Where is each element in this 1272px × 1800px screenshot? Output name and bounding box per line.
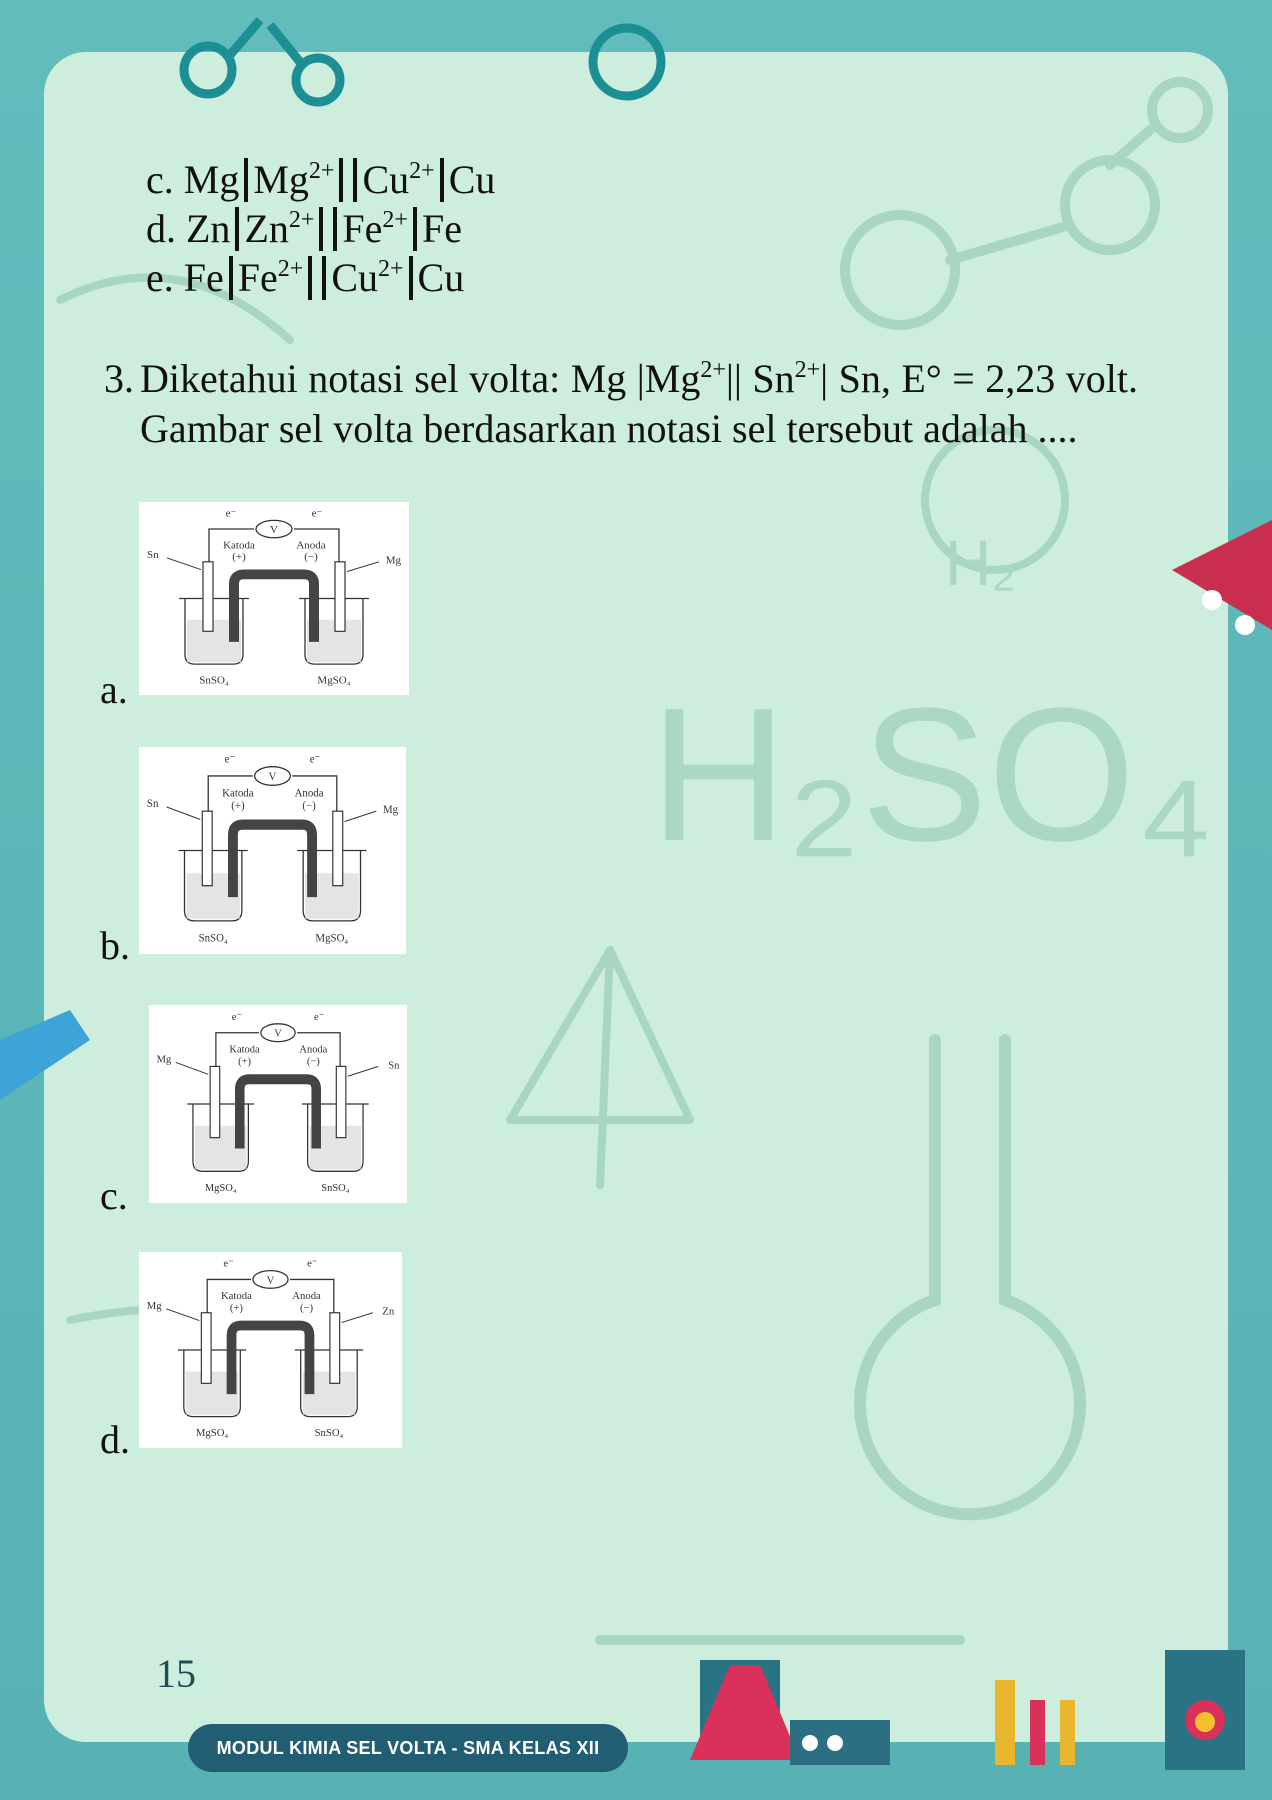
right-pole-label: Anoda <box>292 1290 321 1302</box>
electron-right: e⁻ <box>310 753 321 765</box>
question-text: Diketahui notasi sel volta: Mg |Mg2+|| S… <box>140 356 1139 451</box>
electron-left: e⁻ <box>225 753 236 765</box>
left-electrode-pointer <box>175 1061 209 1075</box>
right-pole-label: Anoda <box>295 787 324 799</box>
electron-left: e⁻ <box>232 1011 243 1023</box>
cell-diagram-svg: Ve⁻ e⁻ Katoda(+) Anoda(−) Sn Mg SnSO₄ MgSO₄ <box>147 753 399 944</box>
question-3: 3. Diketahui notasi sel volta: Mg |Mg2+|… <box>104 354 1138 454</box>
right-pole-sign: (−) <box>302 800 316 812</box>
left-solution-label: SnSO₄ <box>199 675 229 687</box>
right-solution-label: SnSO₄ <box>321 1182 349 1194</box>
left-solution-label: MgSO₄ <box>205 1182 237 1194</box>
choice-c-label[interactable]: c. <box>100 1174 128 1218</box>
right-pole-label: Anoda <box>299 1043 327 1055</box>
salt-bridge <box>235 1074 321 1149</box>
salt-bridge <box>229 569 319 642</box>
right-electrode-label: Mg <box>383 804 399 816</box>
left-electrode-label: Sn <box>147 549 159 561</box>
left-pole-sign: (+) <box>231 800 245 812</box>
electron-left: e⁻ <box>226 508 237 520</box>
left-pole-label: Katoda <box>223 539 255 551</box>
cell-diagram-svg: Ve⁻ e⁻ Katoda(+) Anoda(−) Mg Zn MgSO₄ SnSO₄ <box>147 1258 395 1440</box>
right-electrode-pointer <box>344 810 377 823</box>
left-pole-sign: (+) <box>238 1055 251 1067</box>
right-electrode-label: Sn <box>388 1059 400 1071</box>
left-electrode-pointer <box>166 1308 200 1322</box>
electron-right: e⁻ <box>307 1258 318 1270</box>
right-pole-label: Anoda <box>296 539 326 551</box>
left-electrode-label: Sn <box>147 798 159 810</box>
left-pole-label: Katoda <box>222 787 253 799</box>
voltaic-cell-diagram-b[interactable]: Ve⁻ e⁻ Katoda (+) Anoda (−) Sn Mg SnSO₄ MgSO₄ <box>139 747 406 954</box>
left-solution-label: MgSO₄ <box>196 1427 229 1439</box>
salt-bridge <box>226 1320 315 1395</box>
left-pole-label: Katoda <box>229 1043 260 1055</box>
cell-diagram-svg: Ve⁻ e⁻ Katoda(+) Anoda(−) Sn Mg SnSO₄ MgSO₄ <box>147 508 402 687</box>
document-page: H₂SO₄ H₂ c. Mg Mg2+ Cu2+ Cu d. Zn Zn2+ F… <box>0 0 1272 1800</box>
electron-right: e⁻ <box>312 508 323 520</box>
left-pole-label: Katoda <box>221 1290 252 1302</box>
salt-bridge <box>228 819 317 898</box>
right-electrode-pointer <box>341 1312 373 1324</box>
voltmeter-label: V <box>267 1274 275 1286</box>
voltaic-cell-diagram-a[interactable]: Ve⁻ e⁻ Katoda (+) Anoda (−) Sn Mg SnSO₄ MgSO₄ <box>139 502 409 695</box>
right-electrode-label: Zn <box>382 1306 395 1318</box>
left-solution-label: SnSO₄ <box>199 932 228 944</box>
left-electrode-label: Mg <box>147 1300 162 1312</box>
right-pole-sign: (−) <box>307 1055 320 1067</box>
electrode-right <box>334 561 346 632</box>
electrode-left <box>209 1065 221 1139</box>
voltmeter-label: V <box>274 1028 282 1040</box>
left-pole-sign: (+) <box>232 551 246 563</box>
right-solution-label: SnSO₄ <box>315 1427 344 1439</box>
electron-left: e⁻ <box>223 1258 234 1270</box>
electrode-right <box>329 1312 341 1384</box>
electrode-right <box>332 810 344 887</box>
option-c-previous: c. Mg Mg2+ Cu2+ Cu <box>146 157 496 202</box>
question-number: 3. <box>104 356 134 401</box>
right-pole-sign: (−) <box>304 551 318 563</box>
right-electrode-label: Mg <box>386 555 402 567</box>
electrode-left <box>201 810 213 887</box>
choice-b-label[interactable]: b. <box>100 924 130 968</box>
right-solution-label: MgSO₄ <box>315 932 348 944</box>
choice-a-label[interactable]: a. <box>100 668 128 712</box>
right-electrode-pointer <box>347 1065 379 1077</box>
left-electrode-pointer <box>166 806 201 820</box>
choice-d-label[interactable]: d. <box>100 1418 130 1462</box>
electrode-right <box>335 1065 347 1139</box>
voltaic-cell-diagram-c[interactable]: Ve⁻ e⁻ Katoda (+) Anoda (−) Mg Sn MgSO₄ SnSO₄ <box>149 1005 407 1203</box>
left-pole-sign: (+) <box>230 1302 244 1314</box>
electrode-left <box>202 561 214 632</box>
electron-right: e⁻ <box>314 1011 325 1023</box>
option-e-previous: e. Fe Fe2+ Cu2+ Cu <box>146 255 465 300</box>
voltmeter-label: V <box>270 524 278 536</box>
right-solution-label: MgSO₄ <box>317 675 350 687</box>
left-electrode-pointer <box>166 557 202 571</box>
footer-banner: MODUL KIMIA SEL VOLTA - SMA KELAS XII <box>188 1724 628 1772</box>
right-electrode-pointer <box>346 561 380 572</box>
cell-diagram-svg: Ve⁻ e⁻ Katoda(+) Anoda(−) Mg Sn MgSO₄ SnSO₄ <box>157 1011 400 1194</box>
voltaic-cell-diagram-d[interactable]: Ve⁻ e⁻ Katoda (+) Anoda (−) Mg Zn MgSO₄ SnSO₄ <box>139 1252 402 1448</box>
right-pole-sign: (−) <box>300 1302 314 1314</box>
electrode-left <box>200 1312 212 1384</box>
voltmeter-label: V <box>269 771 277 783</box>
left-electrode-label: Mg <box>157 1053 172 1065</box>
page-number: 15 <box>156 1651 196 1696</box>
option-d-previous: d. Zn Zn2+ Fe2+ Fe <box>146 206 462 251</box>
